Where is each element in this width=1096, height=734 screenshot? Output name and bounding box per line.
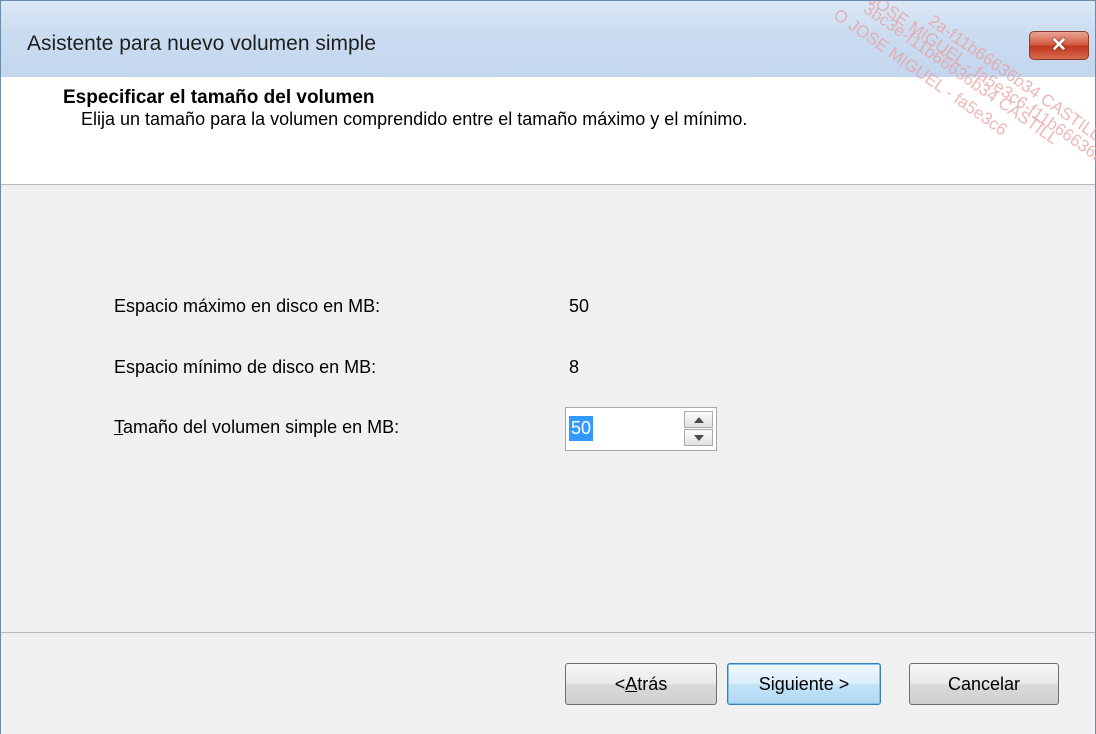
cancel-button[interactable]: Cancelar xyxy=(909,663,1059,705)
volume-size-label: Tamaño del volumen simple en MB: xyxy=(114,417,399,438)
close-icon: ✕ xyxy=(1051,35,1067,56)
back-button-accel: A xyxy=(625,673,638,694)
volume-size-label-accel: T xyxy=(114,417,123,437)
volume-size-label-text: amaño del volumen simple en MB: xyxy=(123,417,400,437)
wizard-content: Espacio máximo en disco en MB: 50 Espaci… xyxy=(1,185,1095,632)
wizard-window: Asistente para nuevo volumen simple ✕ Es… xyxy=(0,0,1096,734)
window-title: Asistente para nuevo volumen simple xyxy=(27,32,377,55)
next-button[interactable]: Siguiente > xyxy=(727,663,881,705)
volume-size-spinbox[interactable]: 50 xyxy=(565,407,717,451)
wizard-header: Especificar el tamaño del volumen Elija … xyxy=(1,77,1095,185)
min-space-label: Espacio mínimo de disco en MB: xyxy=(114,357,377,377)
chevron-up-icon xyxy=(693,416,704,423)
chevron-down-icon xyxy=(693,434,704,441)
spin-up-button[interactable] xyxy=(684,411,713,428)
max-space-label: Espacio máximo en disco en MB: xyxy=(114,296,381,316)
back-button-rest: trás xyxy=(637,673,668,694)
spin-buttons xyxy=(684,411,714,447)
back-button[interactable]: < Atrás xyxy=(565,663,717,705)
spin-down-button[interactable] xyxy=(684,429,713,446)
title-bar[interactable]: Asistente para nuevo volumen simple ✕ xyxy=(1,1,1095,77)
page-subtitle: Elija un tamaño para la volumen comprend… xyxy=(81,109,748,129)
volume-size-input[interactable]: 50 xyxy=(569,416,594,441)
max-space-value: 50 xyxy=(569,296,590,316)
min-space-value: 8 xyxy=(569,357,580,377)
back-button-prefix: < xyxy=(614,673,626,694)
wizard-footer: < Atrás Siguiente > Cancelar xyxy=(1,632,1095,734)
close-button[interactable]: ✕ xyxy=(1029,31,1089,60)
page-title: Especificar el tamaño del volumen xyxy=(63,87,375,108)
